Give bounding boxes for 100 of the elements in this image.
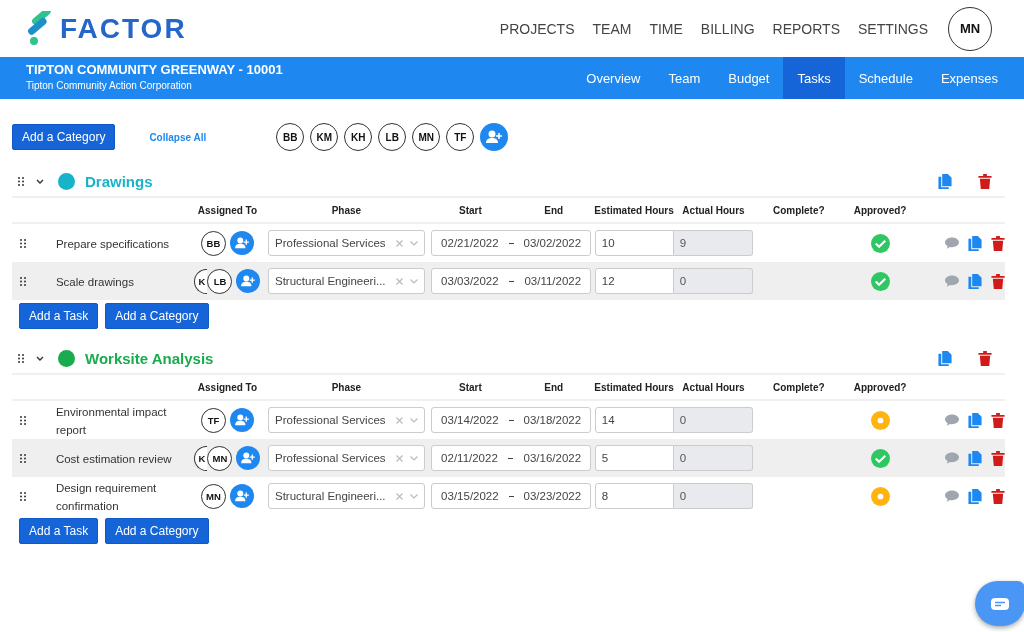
project-title: TIPTON COMMUNITY GREENWAY - 10001: [26, 62, 283, 77]
estimated-hours-field[interactable]: 5: [594, 445, 674, 471]
add-category-button[interactable]: Add a Category: [105, 303, 209, 329]
date-range-field[interactable]: 02/21/2022 03/02/2022: [431, 230, 592, 256]
drag-handle-icon[interactable]: [20, 492, 26, 501]
trash-icon[interactable]: [991, 412, 1005, 428]
copy-icon[interactable]: [938, 174, 952, 189]
assignee-avatar[interactable]: K: [194, 445, 208, 471]
comment-icon[interactable]: [945, 235, 959, 251]
comment-icon[interactable]: [945, 488, 959, 504]
phase-select[interactable]: Structural Engineeri...: [268, 483, 425, 509]
add-task-button[interactable]: Add a Task: [19, 303, 99, 329]
drag-handle-icon[interactable]: [18, 354, 24, 363]
date-range-field[interactable]: 03/03/2022 03/11/2022: [431, 268, 592, 294]
nav-link[interactable]: PROJECTS: [499, 20, 575, 37]
add-person-icon[interactable]: [230, 231, 254, 255]
copy-icon[interactable]: [968, 235, 982, 251]
add-task-button[interactable]: Add a Task: [19, 518, 99, 544]
nav-link[interactable]: REPORTS: [772, 20, 840, 37]
brand-name: FACTOR: [60, 12, 187, 45]
clear-icon[interactable]: [396, 492, 403, 500]
date-range-field[interactable]: 02/11/2022 03/16/2022: [431, 445, 592, 471]
trash-icon[interactable]: [978, 351, 992, 366]
phase-select[interactable]: Professional Services: [268, 230, 425, 256]
date-range-field[interactable]: 03/14/2022 03/18/2022: [431, 407, 592, 433]
copy-icon[interactable]: [968, 450, 982, 466]
drag-handle-icon[interactable]: [20, 277, 26, 286]
tab[interactable]: Overview: [572, 57, 655, 99]
phase-select[interactable]: Structural Engineeri...: [268, 268, 425, 294]
member-avatar[interactable]: MN: [412, 123, 441, 151]
phase-select[interactable]: Professional Services: [268, 407, 425, 433]
tab[interactable]: Expenses: [926, 57, 1012, 99]
chevron-icon[interactable]: [36, 355, 44, 362]
member-avatar[interactable]: KH: [344, 123, 373, 151]
user-avatar[interactable]: MN: [948, 6, 992, 51]
add-category-button[interactable]: Add a Category: [105, 518, 209, 544]
comment-icon[interactable]: [945, 450, 959, 466]
member-avatar[interactable]: LB: [378, 123, 407, 151]
check-icon[interactable]: [870, 271, 890, 291]
add-person-icon[interactable]: [230, 408, 254, 432]
trash-icon[interactable]: [991, 450, 1005, 466]
trash-icon[interactable]: [991, 235, 1005, 251]
column-header: Approved?: [852, 381, 908, 393]
add-person-icon[interactable]: [480, 123, 509, 151]
nav-link[interactable]: TIME: [649, 20, 683, 37]
estimated-hours-field[interactable]: 14: [594, 407, 674, 433]
copy-icon[interactable]: [968, 488, 982, 504]
nav-link[interactable]: BILLING: [700, 20, 755, 37]
comment-icon[interactable]: [945, 412, 959, 428]
column-header: End: [544, 381, 564, 393]
add-person-icon[interactable]: [230, 484, 254, 508]
column-header: Complete?: [771, 204, 826, 216]
task-name: Design requirement confirmation: [55, 482, 157, 512]
phase-select[interactable]: Professional Services: [268, 445, 425, 471]
chat-button[interactable]: [975, 581, 1024, 626]
nav-link[interactable]: TEAM: [592, 20, 632, 37]
copy-icon[interactable]: [968, 412, 982, 428]
tab[interactable]: Team: [654, 57, 715, 99]
client-name: Tipton Community Action Corporation: [26, 80, 193, 91]
comment-icon[interactable]: [945, 273, 959, 289]
member-avatar[interactable]: BB: [276, 123, 305, 151]
check-icon[interactable]: [870, 448, 890, 468]
member-avatar[interactable]: KM: [310, 123, 339, 151]
assignee-avatar[interactable]: TF: [201, 407, 226, 433]
drag-handle-icon[interactable]: [20, 454, 26, 463]
tab[interactable]: Tasks: [783, 57, 845, 99]
nav-link[interactable]: SETTINGS: [858, 20, 928, 37]
trash-icon[interactable]: [991, 273, 1005, 289]
assignee-avatar[interactable]: LB: [207, 268, 233, 294]
actual-hours-field: 0: [673, 268, 753, 294]
add-category-button[interactable]: Add a Category: [12, 124, 116, 150]
copy-icon[interactable]: [968, 273, 982, 289]
check-icon[interactable]: [870, 233, 890, 253]
trash-icon[interactable]: [991, 488, 1005, 504]
chat-icon: [991, 597, 1009, 610]
add-person-icon[interactable]: [236, 446, 261, 470]
clear-icon[interactable]: [396, 454, 403, 462]
copy-icon[interactable]: [938, 351, 952, 366]
tab[interactable]: Schedule: [844, 57, 927, 99]
tab[interactable]: Budget: [714, 57, 784, 99]
assignee-avatar[interactable]: BB: [201, 230, 226, 256]
add-person-icon[interactable]: [236, 269, 261, 293]
drag-handle-icon[interactable]: [20, 239, 26, 248]
assignee-avatar[interactable]: MN: [207, 445, 233, 471]
clear-icon[interactable]: [396, 416, 403, 424]
clear-icon[interactable]: [396, 277, 403, 285]
collapse-all-link[interactable]: Collapse All: [149, 131, 207, 143]
category-name: Drawings: [85, 173, 153, 190]
drag-handle-icon[interactable]: [18, 177, 24, 186]
estimated-hours-field[interactable]: 8: [594, 483, 674, 509]
assignee-avatar[interactable]: K: [194, 268, 208, 294]
clear-icon[interactable]: [396, 239, 403, 247]
estimated-hours-field[interactable]: 12: [594, 268, 674, 294]
assignee-avatar[interactable]: MN: [201, 483, 226, 509]
drag-handle-icon[interactable]: [20, 416, 26, 425]
date-range-field[interactable]: 03/15/2022 03/23/2022: [431, 483, 592, 509]
estimated-hours-field[interactable]: 10: [594, 230, 674, 256]
chevron-icon[interactable]: [36, 178, 44, 185]
member-avatar[interactable]: TF: [446, 123, 475, 151]
trash-icon[interactable]: [978, 174, 992, 189]
